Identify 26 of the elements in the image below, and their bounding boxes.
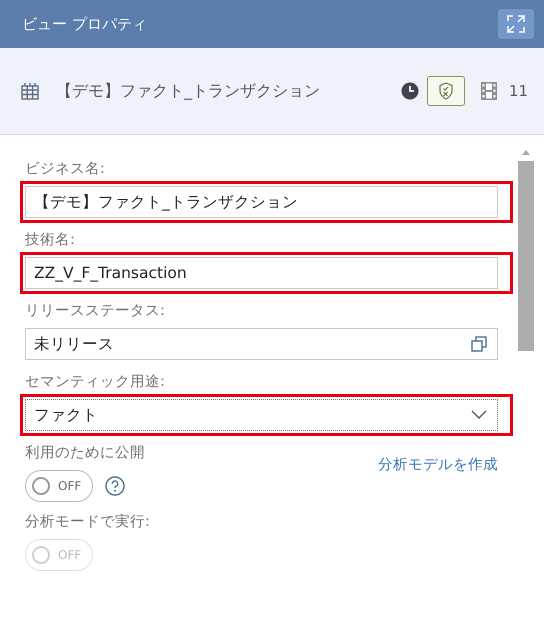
view-name: 【デモ】ファクト_トランザクション [56,80,321,102]
column-count: 11 [508,82,528,100]
field-label: 分析モードで実行: [25,512,150,531]
shield-icon [438,82,454,100]
clock-icon [400,82,419,100]
toggle-switch[interactable]: OFF [25,470,93,502]
expand-button[interactable] [498,9,534,39]
create-model-link[interactable]: 分析モデルを作成 [378,455,498,474]
scroll-up-icon[interactable] [521,149,531,155]
field-label: 技術名: [25,231,76,249]
input-field[interactable]: 未リリース [25,328,498,360]
copy-icon [471,336,487,352]
help-icon[interactable] [105,476,125,496]
field-label: ビジネス名: [25,160,106,178]
panel-title: ビュー プロパティ [22,14,147,34]
field-label: リリースステータス: [25,302,166,320]
field-label: 利用のために公開 [25,444,145,462]
expand-icon [505,13,527,35]
input-field[interactable]: ZZ_V_F_Transaction [25,257,498,289]
film-icon [480,82,497,100]
table-icon [20,81,40,101]
select-field[interactable]: ファクト [25,399,498,431]
chevron-down-icon [471,410,487,420]
shield-button[interactable] [426,76,465,106]
field-label: セマンティック用途: [25,373,166,391]
input-field[interactable]: 【デモ】ファクト_トランザクション [25,186,498,218]
